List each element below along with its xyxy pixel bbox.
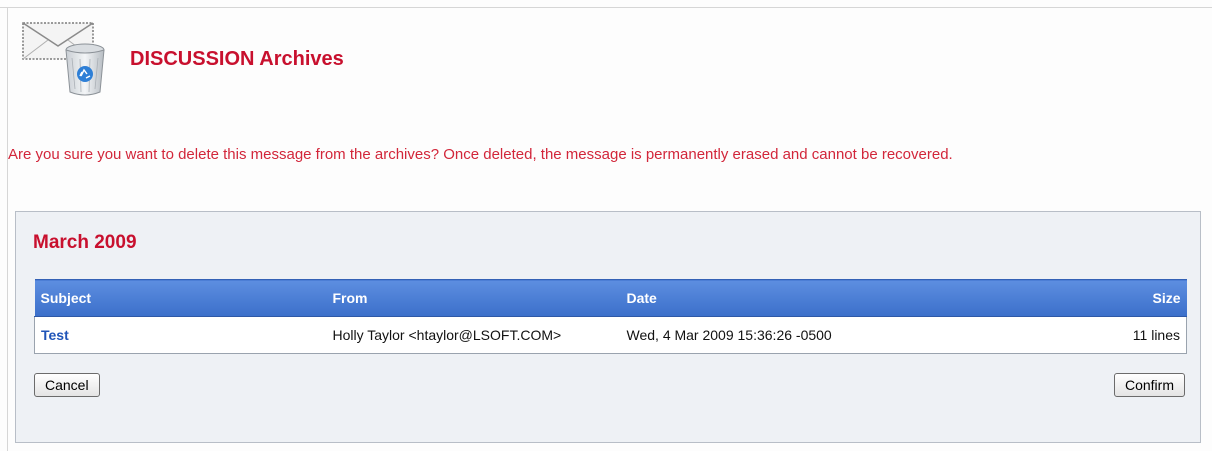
archive-trash-icon [22,22,105,96]
top-divider [0,7,1212,8]
column-header-from[interactable]: From [326,279,621,317]
column-header-subject[interactable]: Subject [34,279,327,317]
column-header-date[interactable]: Date [620,279,1085,317]
month-heading: March 2009 [33,232,137,253]
delete-warning-text: Are you sure you want to delete this mes… [8,146,953,163]
cell-size: 11 lines [1084,316,1187,354]
confirm-button[interactable]: Confirm [1113,373,1185,397]
cell-subject: Test [34,316,327,354]
message-subject-link[interactable]: Test [41,327,69,343]
table-header-row: Subject From Date Size [34,279,1187,317]
cancel-button[interactable]: Cancel [34,373,100,397]
archive-panel: March 2009 Subject From Date Size Test H… [15,211,1201,443]
cell-date: Wed, 4 Mar 2009 15:36:26 -0500 [620,316,1085,354]
page-title: DISCUSSION Archives [130,48,344,70]
messages-table: Subject From Date Size Test Holly Taylor… [34,279,1187,354]
cell-from: Holly Taylor <htaylor@LSOFT.COM> [326,316,621,354]
left-divider [7,7,8,451]
page: DISCUSSION Archives Are you sure you wan… [0,0,1212,451]
column-header-size[interactable]: Size [1084,279,1187,317]
table-row: Test Holly Taylor <htaylor@LSOFT.COM> We… [34,316,1187,354]
